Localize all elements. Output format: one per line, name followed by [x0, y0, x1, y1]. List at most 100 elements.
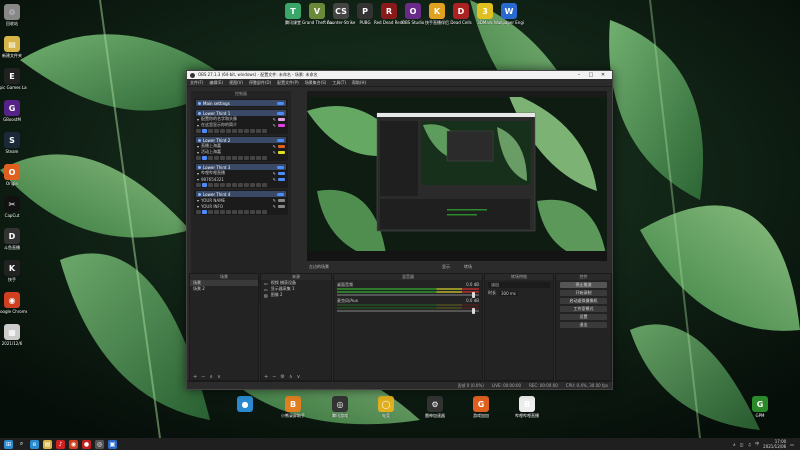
preset-slot[interactable]	[262, 182, 267, 187]
preset-slot[interactable]	[220, 182, 225, 187]
preset-slot[interactable]	[226, 155, 231, 160]
pencil-icon[interactable]: ✎	[273, 204, 276, 209]
control-button[interactable]: 启动虚拟摄像机	[560, 298, 607, 304]
color-swatch[interactable]	[278, 171, 285, 175]
preset-slot[interactable]	[244, 128, 249, 133]
preset-slot[interactable]	[226, 209, 231, 214]
preset-slot[interactable]	[196, 209, 201, 214]
card-header[interactable]: Lower Third 4	[196, 191, 286, 197]
clock[interactable]: 17:00 2021/12/06	[763, 439, 786, 449]
desktop-icon[interactable]: ◉Google Chrome	[0, 292, 27, 314]
desktop-icon[interactable]: ●	[230, 396, 260, 413]
remove-icon[interactable]: −	[272, 374, 276, 380]
chevron-down-icon[interactable]: ▾	[197, 177, 199, 182]
obs-titlebar[interactable]: OBS 27.1.3 (64-bit, windows) - 配置文件: 未命名…	[187, 71, 612, 79]
close-icon[interactable]: ✕	[597, 72, 609, 78]
app-red-icon[interactable]: ●	[82, 439, 91, 449]
menu-item[interactable]: 视图(V)	[229, 80, 243, 86]
obs-taskbar-icon[interactable]: ◎	[95, 439, 104, 449]
chevron-down-icon[interactable]: ▾	[197, 150, 199, 155]
card-row-text[interactable]: 987654321	[201, 177, 271, 182]
preset-slot[interactable]	[202, 128, 207, 133]
pencil-icon[interactable]: ✎	[273, 123, 276, 128]
preset-slot[interactable]	[262, 155, 267, 160]
network-icon[interactable]: ◫	[740, 442, 744, 447]
add-icon[interactable]: +	[193, 374, 197, 380]
preset-slot[interactable]	[244, 155, 249, 160]
preset-slot[interactable]	[232, 209, 237, 214]
preset-slot[interactable]	[238, 209, 243, 214]
preset-slot[interactable]	[262, 209, 267, 214]
desktop-icon[interactable]: ⚙ 雷神加速器	[420, 396, 450, 418]
menu-item[interactable]: 帮助(H)	[352, 80, 366, 86]
pencil-icon[interactable]: ✎	[273, 171, 276, 176]
source-item[interactable]: ▨ 图像 2	[261, 292, 331, 298]
card-row-text[interactable]: YOUR NAME	[201, 198, 271, 203]
minimize-icon[interactable]: –	[573, 72, 585, 78]
desktop-icon[interactable]: EEpic Games Launcher	[0, 68, 27, 90]
preset-slot[interactable]	[232, 155, 237, 160]
preset-slot[interactable]	[208, 128, 213, 133]
preset-slot[interactable]	[256, 155, 261, 160]
menu-item[interactable]: 编辑(E)	[209, 80, 223, 86]
transition-select[interactable]: 淡出	[488, 282, 550, 288]
move-down-icon[interactable]: ∨	[217, 374, 221, 380]
chevron-down-icon[interactable]: ▾	[197, 198, 199, 203]
card-row-text[interactable]: YOUR INFO	[201, 204, 271, 209]
desktop-icon[interactable]: G GPM	[745, 396, 775, 418]
desktop-icon[interactable]: WWallpaper Engine	[494, 3, 524, 25]
chevron-down-icon[interactable]: ▾	[197, 144, 199, 149]
desktop-icon[interactable]: O Origin	[0, 164, 27, 186]
preset-slot[interactable]	[208, 155, 213, 160]
windows-start-icon[interactable]: ⊞	[4, 439, 13, 449]
card-toggle[interactable]	[277, 111, 284, 115]
preset-slot[interactable]	[238, 182, 243, 187]
gear-icon[interactable]: ⚙	[280, 374, 284, 380]
edge-icon[interactable]: e	[30, 439, 39, 449]
desktop-icon[interactable]: ▦ 2021/12/6	[0, 324, 27, 346]
preset-slot[interactable]	[250, 209, 255, 214]
control-button[interactable]: 开始录制	[560, 290, 607, 296]
preset-slot[interactable]	[256, 209, 261, 214]
card-toggle[interactable]	[277, 192, 284, 196]
card-header[interactable]: Main settings	[196, 100, 286, 106]
preset-slot[interactable]	[202, 155, 207, 160]
pencil-icon[interactable]: ✎	[273, 144, 276, 149]
card-toggle[interactable]	[277, 138, 284, 142]
card-toggle[interactable]	[277, 165, 284, 169]
volume-slider[interactable]	[337, 292, 479, 298]
color-swatch[interactable]	[278, 117, 285, 121]
preset-slot[interactable]	[208, 209, 213, 214]
preset-slot[interactable]	[220, 128, 225, 133]
menu-item[interactable]: 文件(F)	[190, 80, 203, 86]
card-row-text[interactable]: 在这里显示你的简介	[201, 122, 271, 128]
move-down-icon[interactable]: ∨	[297, 374, 301, 380]
preset-slot[interactable]	[214, 182, 219, 187]
move-up-icon[interactable]: ∧	[209, 374, 213, 380]
volume-slider[interactable]	[337, 308, 479, 314]
color-swatch[interactable]	[278, 198, 285, 202]
preset-slot[interactable]	[196, 128, 201, 133]
color-swatch[interactable]	[278, 177, 285, 181]
control-button[interactable]: 停止推流	[560, 282, 607, 288]
desktop-icon[interactable]: ✂ CapCut	[0, 196, 27, 218]
preset-slot[interactable]	[202, 182, 207, 187]
preset-slot[interactable]	[214, 128, 219, 133]
duration-field[interactable]: 300 ms	[499, 290, 518, 296]
preset-slot[interactable]	[238, 128, 243, 133]
preset-slot[interactable]	[226, 182, 231, 187]
file-explorer-icon[interactable]: ▤	[43, 439, 52, 449]
chevron-down-icon[interactable]: ▾	[197, 171, 199, 176]
preset-slot[interactable]	[226, 128, 231, 133]
preset-slot[interactable]	[196, 155, 201, 160]
menu-item[interactable]: 停靠部件(D)	[249, 80, 271, 86]
desktop-icon[interactable]: B 小熊录屏助手	[278, 396, 308, 418]
preset-slot[interactable]	[220, 155, 225, 160]
preset-slot[interactable]	[202, 209, 207, 214]
color-swatch[interactable]	[278, 123, 285, 127]
preset-slot[interactable]	[262, 128, 267, 133]
desktop-icon[interactable]: D 斗鱼直播	[0, 228, 27, 250]
preset-slot[interactable]	[256, 182, 261, 187]
store-icon[interactable]: ▣	[108, 439, 117, 449]
tray-chevron-icon[interactable]: ∧	[733, 442, 736, 447]
